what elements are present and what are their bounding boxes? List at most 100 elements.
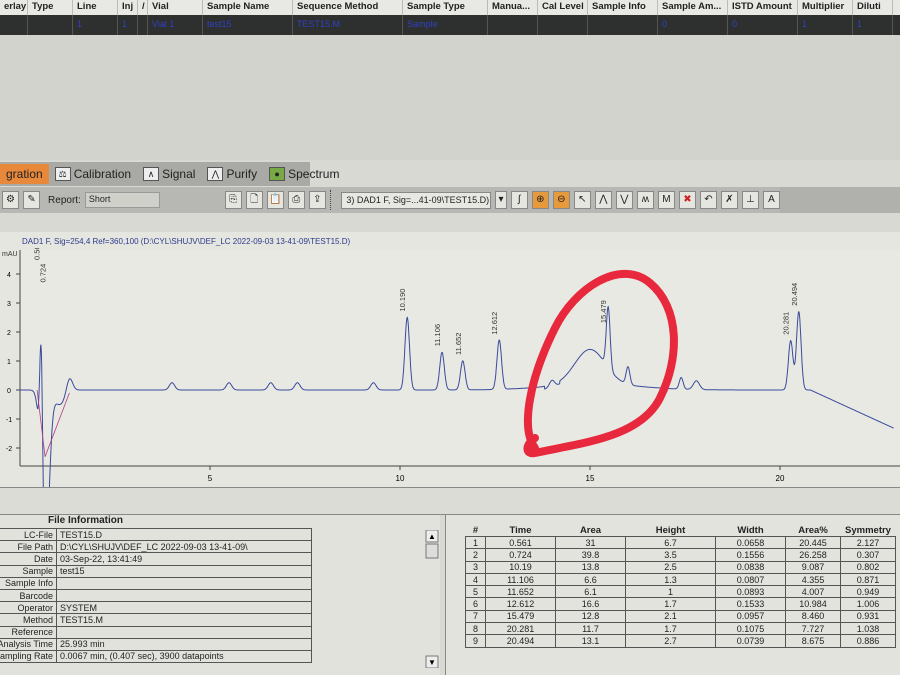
column-header[interactable]: Time	[486, 525, 556, 537]
peak-label: 15.479	[599, 300, 608, 323]
peak-icon[interactable]: M	[657, 191, 675, 209]
column-header[interactable]: Sample Am...	[658, 0, 728, 15]
column-header[interactable]: Cal Level	[538, 0, 588, 15]
split-peak-icon[interactable]: ʍ	[636, 191, 654, 209]
file-info-table: LC-File TEST15.D File Path D:\CYL\SHUJV\DEF…	[0, 527, 313, 664]
info-row: Reference	[0, 625, 313, 639]
column-header[interactable]: Multiplier	[798, 0, 853, 15]
info-key: LC-File	[0, 527, 58, 542]
y-tick-label: 4	[7, 272, 11, 279]
column-header[interactable]: Manua...	[488, 0, 538, 15]
peak-cell: 13.8	[555, 560, 626, 574]
column-header[interactable]: Sequence Method	[293, 0, 403, 15]
peak-cell: 10.984	[785, 597, 841, 611]
peak-cell: 5	[465, 585, 486, 599]
peak-cell: 0.561	[485, 535, 556, 550]
dropdown-arrow-icon[interactable]: ▾	[495, 191, 507, 209]
delete-peak-icon[interactable]: ✖	[678, 191, 696, 209]
scroll-thumb[interactable]	[425, 543, 439, 559]
peak-label: 20.494	[790, 283, 799, 306]
column-header[interactable]: Type	[28, 0, 73, 15]
sequence-cell	[488, 15, 538, 35]
column-header[interactable]: Height	[626, 525, 716, 537]
y-tick-label: 1	[7, 359, 11, 366]
info-row: Operator SYSTEM	[0, 601, 313, 615]
info-value	[56, 588, 313, 603]
signal-select[interactable]: 3) DAD1 F, Sig=...41-09\TEST15.D)	[341, 191, 492, 209]
scrollbar[interactable]: ▲ ▼	[425, 530, 439, 668]
edit-icon[interactable]: ✎	[23, 191, 41, 209]
scale-icon: ⚖	[54, 167, 71, 181]
peak-cell: 0.0739	[715, 634, 786, 648]
tab-integration[interactable]: gration	[0, 164, 49, 184]
column-header[interactable]: Symmetry	[841, 525, 896, 537]
column-header[interactable]: Sample Name	[203, 0, 293, 15]
report-select[interactable]: Short	[84, 192, 161, 208]
panel-splitter[interactable]	[0, 487, 900, 515]
print-icon[interactable]: ⎙	[287, 191, 305, 209]
peak-row[interactable]: 2 0.724 39.8 3.5 0.1556 26.258 0.307	[465, 548, 896, 562]
info-row: File Path D:\CYL\SHUJV\DEF_LC 2022-09-03 …	[0, 540, 313, 554]
export-icon[interactable]: ⇪	[308, 191, 326, 209]
chromatogram-plot[interactable]: mAU -2 -1 0 1 2 3 4 5 10 15 20 0.561 0.724 10.190 11.10…	[0, 248, 900, 488]
peak-row[interactable]: 8 20.281 11.7 1.7 0.1075 7.727 1.038	[465, 622, 896, 636]
peak-row[interactable]: 6 12.612 16.6 1.7 0.1533 10.984 1.006	[465, 597, 896, 611]
pointer-icon[interactable]: ↖	[573, 191, 591, 209]
info-value: test15	[56, 564, 313, 578]
zoom-out-icon[interactable]: ⊖	[552, 191, 570, 209]
info-value	[56, 576, 313, 590]
tab-signal[interactable]: ∧ Signal	[137, 164, 201, 184]
peak-cell: 20.494	[485, 634, 556, 648]
column-header[interactable]: Width	[716, 525, 786, 537]
undo-icon[interactable]: ↶	[699, 191, 717, 209]
column-header[interactable]: Diluti	[853, 0, 893, 15]
column-header[interactable]: /	[138, 0, 148, 15]
info-key: Sample Info	[0, 576, 58, 590]
column-header[interactable]: Sample Type	[403, 0, 488, 15]
peak-cell: 0.1533	[715, 597, 786, 611]
preview-icon[interactable]: 🗋	[245, 191, 263, 209]
column-header[interactable]: Line	[73, 0, 118, 15]
peak-cell: 9	[465, 634, 486, 648]
remove-icon[interactable]: ✗	[720, 191, 738, 209]
peak-label: 12.612	[490, 312, 499, 335]
zoom-in-icon[interactable]: ⊕	[531, 191, 549, 209]
tangent-icon[interactable]: ⊥	[741, 191, 759, 209]
spectrum-icon: ●	[269, 167, 286, 181]
column-header[interactable]: Vial	[148, 0, 203, 15]
peak-row[interactable]: 9 20.494 13.1 2.7 0.0739 8.675 0.886	[465, 634, 896, 648]
peak-cell: 2.1	[625, 609, 716, 624]
method-icon[interactable]: ⚙	[2, 191, 20, 209]
info-row: Date 03-Sep-22, 13:41:49	[0, 552, 313, 566]
peak-row[interactable]: 5 11.652 6.1 1 0.0893 4.007 0.949	[465, 585, 896, 599]
info-value: TEST15.D	[56, 527, 313, 542]
info-row: Method TEST15.M	[0, 613, 313, 627]
sequence-table-row[interactable]: 1 1 Vial 1 test15 TEST15.M Sample 0 0 1 1	[0, 15, 900, 35]
tab-spectrum[interactable]: ● Spectrum	[263, 164, 345, 184]
x-tick-label: 20	[776, 474, 785, 483]
peak-cell: 6	[465, 597, 486, 611]
copy-icon[interactable]: ⎘	[224, 191, 242, 209]
clipboard-icon[interactable]: 📋	[266, 191, 284, 209]
peak-row[interactable]: 4 11.106 6.6 1.3 0.0807 4.355 0.871	[465, 572, 896, 587]
x-tick-label: 10	[396, 474, 405, 483]
column-header[interactable]: ISTD Amount	[728, 0, 798, 15]
valley-icon[interactable]: ⋁	[615, 191, 633, 209]
peak-cell: 1.038	[840, 622, 896, 636]
column-header[interactable]: Sample Info	[588, 0, 658, 15]
column-header[interactable]: Area	[556, 525, 626, 537]
column-header[interactable]: #	[466, 525, 486, 537]
plot-area	[20, 250, 900, 466]
column-header[interactable]: erlay	[0, 0, 28, 15]
peak-row[interactable]: 1 0.561 31 6.7 0.0658 20.445 2.127	[465, 535, 896, 550]
peak-row[interactable]: 3 10.19 13.8 2.5 0.0838 9.087 0.802	[465, 560, 896, 574]
column-header[interactable]: Inj	[118, 0, 138, 15]
tab-purify[interactable]: ⋀ Purify	[201, 164, 263, 184]
draw-baseline-icon[interactable]: ⋀	[594, 191, 612, 209]
integrate-icon[interactable]: ∫	[510, 191, 528, 209]
peak-row[interactable]: 7 15.479 12.8 2.1 0.0957 8.460 0.931	[465, 609, 896, 624]
annotate-icon[interactable]: A	[762, 191, 780, 209]
tab-calibration[interactable]: ⚖ Calibration	[49, 164, 137, 184]
column-header[interactable]: Area%	[786, 525, 841, 537]
info-row: Sample test15	[0, 564, 313, 578]
